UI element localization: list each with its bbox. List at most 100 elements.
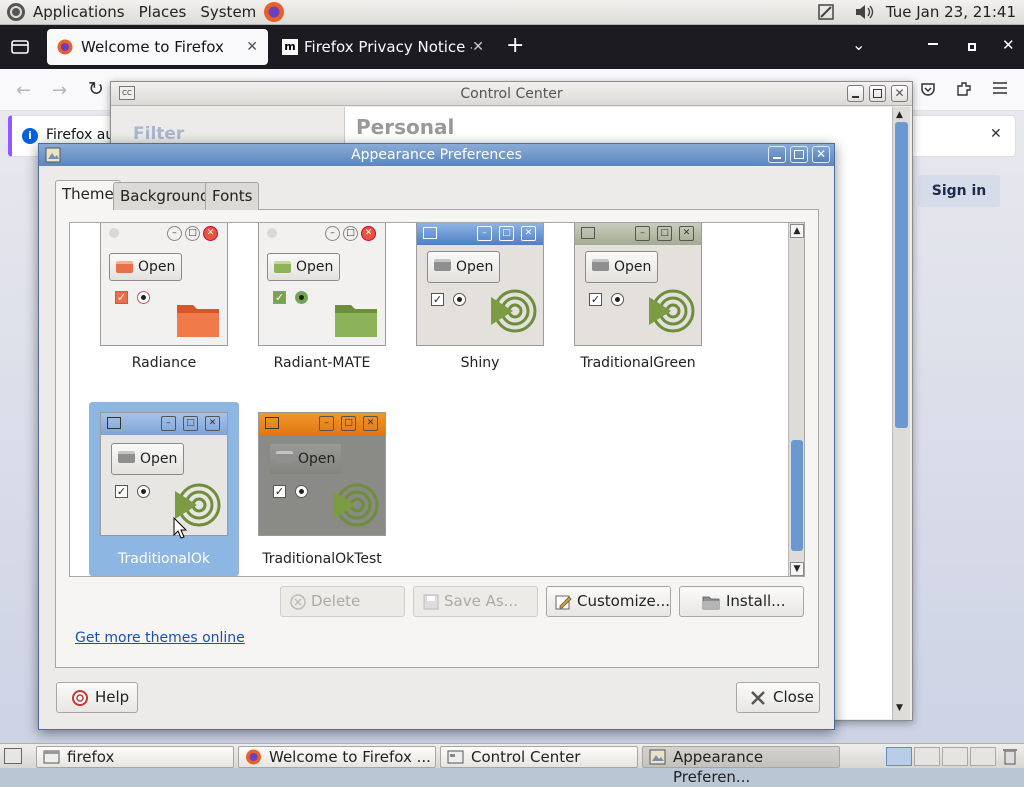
tab-theme[interactable]: Theme xyxy=(55,180,121,210)
save-as-label: Save As... xyxy=(444,592,518,610)
theme-list-scrollbar[interactable]: ▲ ▼ xyxy=(788,223,804,576)
back-icon[interactable]: ← xyxy=(16,80,31,101)
firefox-maximize-button[interactable] xyxy=(968,43,976,51)
theme-traditional-ok-test[interactable]: – □ ✕ Open ✓ TraditionalOkTest xyxy=(247,402,397,576)
close-button[interactable]: Close xyxy=(736,682,820,713)
tab-welcome-firefox[interactable]: Welcome to Firefox ✕ xyxy=(47,29,268,65)
pocket-icon[interactable] xyxy=(920,81,936,97)
theme-shiny[interactable]: – □ ✕ Open ✓ Shiny xyxy=(405,223,555,396)
cc-minimize-button[interactable] xyxy=(847,85,864,102)
clock[interactable]: Tue Jan 23, 21:41 xyxy=(886,3,1016,21)
cc-scrollbar[interactable]: ▲ ▼ xyxy=(892,107,910,720)
appearance-preferences-dialog: Appearance Preferences ✕ Theme Backgroun… xyxy=(38,143,835,730)
tab-label: Theme xyxy=(62,185,114,203)
workspace-3[interactable] xyxy=(942,747,968,766)
close-notification-icon[interactable]: ✕ xyxy=(990,126,1002,142)
scroll-up-icon[interactable]: ▲ xyxy=(790,224,804,238)
cc-maximize-button[interactable] xyxy=(869,85,886,102)
firefox-icon xyxy=(245,749,262,765)
help-label: Help xyxy=(95,688,130,706)
help-button[interactable]: Help xyxy=(56,682,138,713)
theme-radiant-mate[interactable]: – □ ✕ Open ✓ Radiant-MATE xyxy=(247,223,397,396)
taskbar-item-firefox-terminal[interactable]: firefox xyxy=(36,746,234,768)
list-tabs-chevron-icon[interactable]: ⌄ xyxy=(852,35,865,54)
tab-overview-icon[interactable] xyxy=(10,37,30,57)
delete-button[interactable]: Delete xyxy=(280,586,405,617)
install-button[interactable]: Install... xyxy=(679,586,804,617)
appearance-icon xyxy=(649,749,666,765)
taskbar-item-control-center[interactable]: Control Center xyxy=(440,746,638,768)
close-label: Close xyxy=(773,688,814,706)
forward-icon[interactable]: → xyxy=(52,80,67,101)
save-icon xyxy=(422,594,440,610)
taskbar-item-label: Welcome to Firefox ... xyxy=(269,748,431,766)
theme-name: Radiance xyxy=(131,355,197,371)
taskbar-item-label: firefox xyxy=(67,748,115,766)
theme-radiance[interactable]: – □ ✕ Open ✓ Radiance xyxy=(89,223,239,396)
firefox-launcher-icon[interactable] xyxy=(263,1,285,23)
taskbar-item-label: Appearance Preferen... xyxy=(673,748,764,786)
install-folder-icon xyxy=(702,594,720,610)
mouse-pointer-icon xyxy=(173,517,187,539)
reload-icon[interactable]: ↻ xyxy=(88,78,104,100)
tab-privacy-notice[interactable]: m Firefox Privacy Notice — ✕ xyxy=(272,29,494,65)
delete-icon xyxy=(289,594,307,610)
save-as-button[interactable]: Save As... xyxy=(413,586,538,617)
tab-background[interactable]: Background xyxy=(113,182,217,210)
cc-close-button[interactable]: ✕ xyxy=(891,85,908,102)
sign-in-button[interactable]: Sign in xyxy=(918,175,1000,207)
cc-scroll-up-icon[interactable]: ▲ xyxy=(896,110,903,120)
volume-icon[interactable] xyxy=(854,2,876,22)
firefox-close-button[interactable]: ✕ xyxy=(1002,36,1015,54)
tab-fonts[interactable]: Fonts xyxy=(205,182,260,210)
window-icon xyxy=(43,749,60,765)
taskbar-item-appearance[interactable]: Appearance Preferen... xyxy=(642,746,840,786)
scroll-thumb[interactable] xyxy=(791,440,803,551)
extensions-icon[interactable] xyxy=(955,80,973,98)
get-more-themes-link[interactable]: Get more themes online xyxy=(75,630,245,646)
applications-menu[interactable]: Applications xyxy=(26,0,132,25)
theme-preview: – □ ✕ Open ✓ xyxy=(258,223,386,346)
theme-traditional-green[interactable]: – □ ✕ Open ✓ TraditionalGreen xyxy=(563,223,713,396)
taskbar-item-welcome-firefox[interactable]: Welcome to Firefox ... xyxy=(238,746,436,768)
customize-button[interactable]: Customize... xyxy=(546,586,671,617)
places-menu[interactable]: Places xyxy=(132,0,194,25)
close-tab-icon[interactable]: ✕ xyxy=(246,39,258,55)
filter-label: Filter xyxy=(133,124,185,144)
trash-icon[interactable] xyxy=(1002,747,1018,765)
ap-minimize-button[interactable] xyxy=(768,146,786,163)
folder-icon xyxy=(175,299,221,339)
theme-preview: – □ ✕ Open ✓ xyxy=(100,412,228,536)
install-label: Install... xyxy=(726,592,786,610)
open-button-preview: Open xyxy=(456,259,494,275)
network-icon[interactable] xyxy=(816,2,836,22)
workspace-2[interactable] xyxy=(914,747,940,766)
control-center-icon xyxy=(447,749,464,765)
mate-logo-icon[interactable] xyxy=(6,2,26,22)
workspace-4[interactable] xyxy=(970,747,996,766)
scroll-down-icon[interactable]: ▼ xyxy=(790,562,804,576)
ap-close-button[interactable]: ✕ xyxy=(812,146,830,163)
system-menu[interactable]: System xyxy=(193,0,263,25)
control-center-title: Control Center xyxy=(460,86,563,102)
theme-name: TraditionalGreen xyxy=(580,355,696,371)
theme-preview: – □ ✕ Open ✓ xyxy=(574,223,702,346)
folder-icon xyxy=(333,299,379,339)
cc-scroll-thumb[interactable] xyxy=(895,122,908,428)
cc-scroll-down-icon[interactable]: ▼ xyxy=(896,703,903,713)
ap-maximize-button[interactable] xyxy=(790,146,808,163)
hamburger-menu-icon[interactable] xyxy=(992,81,1008,95)
firefox-minimize-button[interactable] xyxy=(928,43,938,45)
theme-list: – □ ✕ Open ✓ Radiance – □ ✕ Open ✓ Radia… xyxy=(69,222,805,577)
control-center-titlebar[interactable]: CC Control Center ✕ xyxy=(111,82,912,106)
appearance-titlebar[interactable]: Appearance Preferences ✕ xyxy=(39,144,834,166)
notification-text: Firefox au xyxy=(46,127,115,143)
new-tab-icon[interactable]: + xyxy=(506,33,524,58)
show-desktop-icon[interactable] xyxy=(4,748,22,764)
close-tab-icon[interactable]: ✕ xyxy=(472,39,484,55)
workspace-1[interactable] xyxy=(886,747,912,766)
bottom-taskbar: firefox Welcome to Firefox ... Control C… xyxy=(0,743,1024,786)
workspace-switcher[interactable] xyxy=(886,747,996,766)
swirl-logo-icon xyxy=(647,287,695,335)
theme-traditional-ok[interactable]: – □ ✕ Open ✓ TraditionalOk xyxy=(89,402,239,576)
